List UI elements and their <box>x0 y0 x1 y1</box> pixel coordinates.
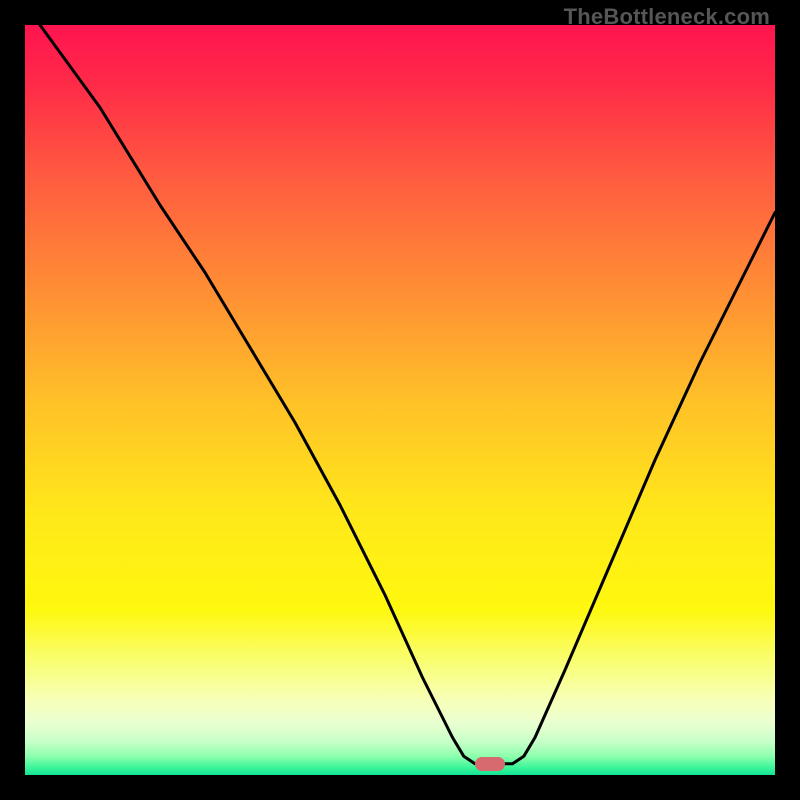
optimum-indicator <box>475 757 505 771</box>
plot-area <box>25 25 775 775</box>
watermark-text: TheBottleneck.com <box>564 4 770 30</box>
chart-frame: TheBottleneck.com <box>0 0 800 800</box>
bottleneck-curve <box>25 25 775 775</box>
